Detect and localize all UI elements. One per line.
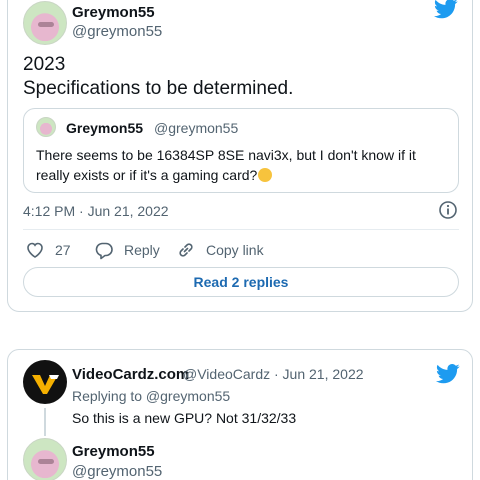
display-name[interactable]: VideoCardz.com	[72, 366, 189, 383]
read-replies-button[interactable]: Read 2 replies	[23, 267, 459, 297]
link-icon	[179, 243, 193, 257]
avatar[interactable]	[23, 438, 67, 480]
like-button[interactable]: 27	[25, 240, 71, 260]
quoted-tweet[interactable]: Greymon55 @greymon55 There seems to be 1…	[23, 108, 459, 193]
heart-icon	[27, 242, 43, 258]
reply-button[interactable]: Reply	[94, 240, 160, 260]
handle-and-date[interactable]: @VideoCardz · Jun 21, 2022	[183, 366, 364, 382]
timestamp[interactable]: 4:12 PM · Jun 21, 2022	[23, 203, 169, 219]
thinking-emoji-icon	[258, 168, 273, 182]
thread-line	[44, 408, 46, 436]
divider	[23, 229, 459, 230]
avatar[interactable]	[23, 1, 67, 45]
videocardz-logo-icon	[32, 375, 59, 394]
reply-text: So this is a new GPU? Not 31/32/33	[72, 410, 297, 426]
quote-display-name: Greymon55	[66, 120, 144, 136]
reply-tweet-card: VideoCardz.com @VideoCardz · Jun 21, 202…	[7, 349, 473, 480]
quote-handle: @greymon55	[154, 120, 239, 136]
reply-label: Reply	[124, 242, 160, 258]
quote-avatar	[36, 117, 56, 137]
tweet-card: Greymon55 @greymon55 2023 Specifications…	[7, 0, 473, 312]
tweet-text-line: Specifications to be determined.	[23, 78, 294, 99]
tweet-text-line: 2023	[23, 54, 66, 75]
display-name[interactable]: Greymon55	[72, 443, 155, 460]
copy-link-label: Copy link	[206, 242, 264, 258]
quote-text-body: There seems to be 16384SP 8SE navi3x, bu…	[36, 147, 416, 183]
info-icon[interactable]	[438, 200, 458, 220]
twitter-bird-icon[interactable]	[436, 364, 460, 384]
tweet-text: 2023 Specifications to be determined.	[23, 53, 293, 101]
handle[interactable]: @greymon55	[72, 463, 162, 480]
handle[interactable]: @greymon55	[72, 23, 162, 40]
quote-text: There seems to be 16384SP 8SE navi3x, bu…	[36, 145, 451, 185]
like-count: 27	[55, 242, 71, 258]
reply-bubble-icon	[95, 242, 113, 260]
twitter-bird-icon[interactable]	[434, 0, 458, 19]
replying-to[interactable]: Replying to @greymon55	[72, 388, 230, 404]
display-name[interactable]: Greymon55	[72, 4, 155, 21]
videocardz-avatar[interactable]	[23, 360, 67, 404]
copy-link-button[interactable]: Copy link	[176, 240, 264, 260]
